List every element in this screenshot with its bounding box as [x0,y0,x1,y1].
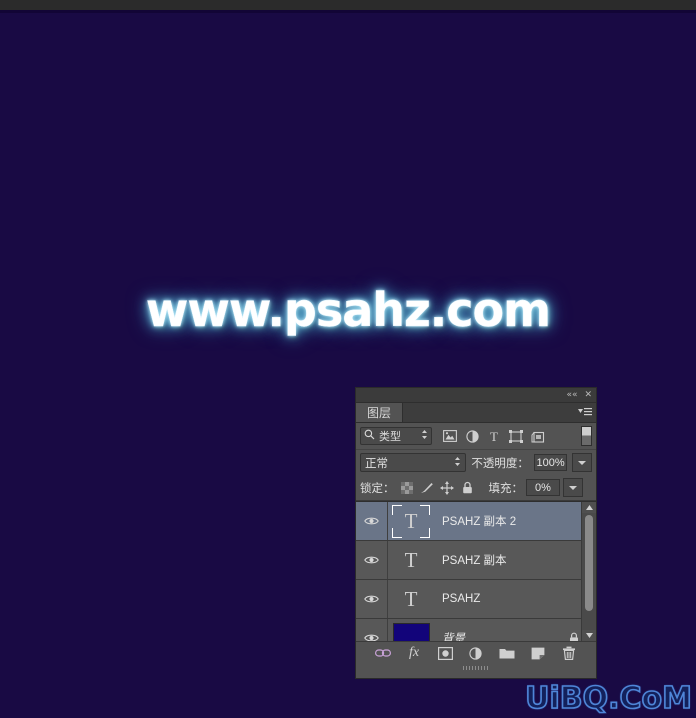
type-layer-icon: T [404,586,418,611]
panel-titlebar: «« ✕ [356,388,596,403]
opacity-input[interactable]: 100% [533,454,568,471]
type-layer-icon: T [404,547,418,572]
scroll-down-arrow-icon[interactable] [582,630,596,641]
grip-dots-icon [463,666,489,670]
table-row[interactable]: 背景 [356,619,596,641]
search-icon [364,429,375,443]
lock-label: 锁定： [360,482,395,495]
close-icon[interactable]: ✕ [584,390,592,400]
layer-filter-row: 类型 T [356,423,596,450]
table-row[interactable]: T PSAHZ 副本 [356,541,596,580]
scroll-up-arrow-icon[interactable] [582,502,596,513]
layer-thumbnail[interactable]: T [388,502,434,540]
new-layer-button[interactable] [529,644,547,662]
lock-all-icon[interactable] [460,480,475,495]
fill-label: 填充： [488,482,524,495]
layer-locked-icon [566,632,582,641]
background-color-thumbnail [392,623,430,641]
layer-name[interactable]: PSAHZ [434,593,582,605]
layers-panel: «« ✕ 图层 类型 T 正常 不透明度： 100% 锁定： 填充： 0% T … [356,388,596,678]
layer-visibility-toggle[interactable] [356,619,388,641]
delete-layer-button[interactable] [560,644,578,662]
scrollbar-track[interactable] [582,513,596,630]
blend-mode-value: 正常 [365,457,388,470]
layer-mask-button[interactable] [436,644,454,662]
lock-transparent-pixels-icon[interactable] [400,480,415,495]
layer-name[interactable]: PSAHZ 副本 [434,552,582,568]
layer-name[interactable]: 背景 [434,630,566,641]
filter-kind-select[interactable]: 类型 [360,427,432,445]
layer-list-scrollbar[interactable] [581,502,596,641]
table-row[interactable]: T PSAHZ [356,580,596,619]
filter-smartobject-icon[interactable] [527,426,549,446]
collapse-icon[interactable]: «« [566,390,577,400]
adjustment-layer-button[interactable] [467,644,485,662]
layer-thumbnail[interactable] [388,619,434,641]
filter-enable-toggle[interactable] [581,426,592,446]
chevron-updown-icon [421,429,428,443]
tab-layers[interactable]: 图层 [356,403,404,422]
filter-shape-icon[interactable] [505,426,527,446]
lock-icon-group [400,480,475,495]
layer-visibility-toggle[interactable] [356,580,388,618]
layer-list: T PSAHZ 副本 2 T PSAHZ 副本 T PSAHZ 背景 [356,501,596,641]
new-group-button[interactable] [498,644,516,662]
link-layers-button[interactable] [374,644,392,662]
fill-dropdown-button[interactable] [563,478,583,497]
watermark-corner-text: UiBQ.CoM [524,680,692,717]
opacity-dropdown-button[interactable] [572,453,592,472]
filter-icon-group: T [439,426,549,446]
layer-name[interactable]: PSAHZ 副本 2 [434,513,582,529]
layer-style-button[interactable]: fx [405,644,423,662]
filter-kind-label: 类型 [379,431,401,443]
filter-type-icon[interactable]: T [483,426,505,446]
lock-position-icon[interactable] [440,480,455,495]
layer-panel-toolbar: fx [356,641,596,664]
panel-tabbar: 图层 [356,403,596,423]
opacity-label: 不透明度： [471,457,529,470]
layer-visibility-toggle[interactable] [356,502,388,540]
blend-mode-select[interactable]: 正常 [360,453,467,472]
panel-menu-icon[interactable] [578,406,592,418]
lock-image-pixels-icon[interactable] [420,480,435,495]
scrollbar-thumb[interactable] [585,515,593,611]
tabbar-empty [403,403,596,422]
filter-pixel-icon[interactable] [439,426,461,446]
top-strip [0,0,696,10]
filter-adjustment-icon[interactable] [461,426,483,446]
type-layer-icon: T [404,508,418,533]
layer-thumbnail[interactable]: T [388,580,434,618]
blend-mode-row: 正常 不透明度： 100% [356,450,596,475]
panel-resize-grip[interactable] [356,664,596,672]
lock-row: 锁定： 填充： 0% [356,475,596,501]
tab-layers-label: 图层 [367,406,392,420]
layer-visibility-toggle[interactable] [356,541,388,579]
fill-input[interactable]: 0% [526,479,560,496]
chevron-updown-icon [454,456,461,470]
screenshot-root: www.psahz.com UiBQ.CoM «« ✕ 图层 类型 T 正常 不… [0,0,696,718]
layer-thumbnail[interactable]: T [388,541,434,579]
table-row[interactable]: T PSAHZ 副本 2 [356,502,596,541]
